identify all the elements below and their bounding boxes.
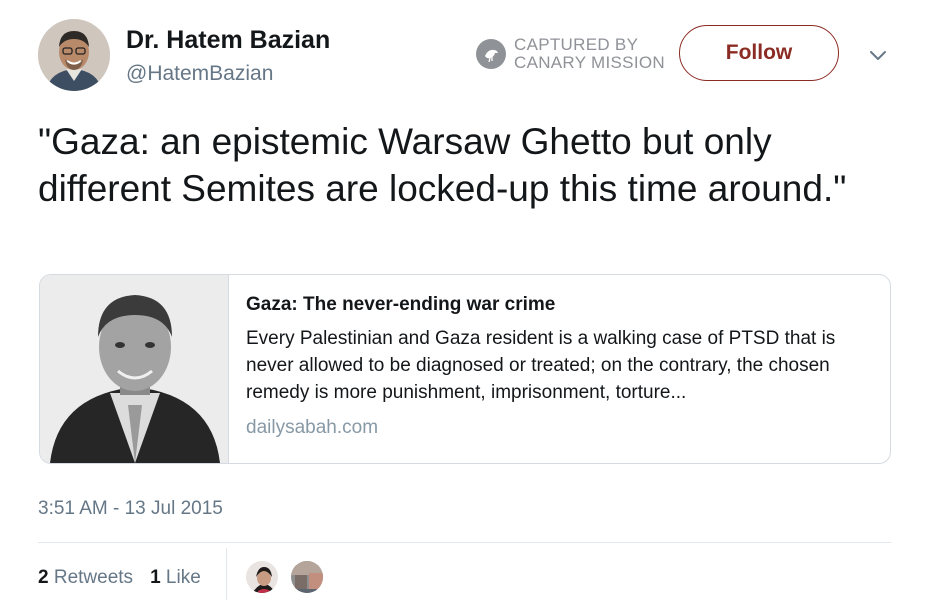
follow-button[interactable]: Follow: [679, 25, 839, 81]
liker-avatar[interactable]: [289, 559, 325, 595]
card-thumbnail: [40, 275, 229, 463]
likes-label: Like: [165, 567, 201, 588]
tweet-timestamp[interactable]: 3:51 AM - 13 Jul 2015: [38, 498, 223, 520]
watermark-line-1: CAPTURED BY: [514, 35, 639, 54]
link-preview-card[interactable]: Gaza: The never-ending war crime Every P…: [39, 274, 891, 464]
tweet-text: "Gaza: an epistemic Warsaw Ghetto but on…: [38, 121, 847, 209]
stats-separator: [226, 548, 227, 600]
author-handle[interactable]: @HatemBazian: [126, 62, 273, 86]
chevron-down-icon[interactable]: [866, 46, 890, 64]
author-avatar[interactable]: [38, 19, 110, 91]
retweets-label: Retweets: [53, 567, 134, 588]
likes-count: 1: [150, 567, 161, 588]
card-domain[interactable]: dailysabah.com: [246, 417, 378, 439]
watermark-line-2: CANARY MISSION: [514, 53, 665, 72]
likes-stat[interactable]: 1 Like: [150, 567, 201, 589]
retweets-stat[interactable]: 2 Retweets: [38, 567, 133, 589]
canary-mission-watermark: CAPTURED BY CANARY MISSION: [476, 36, 665, 72]
retweets-count: 2: [38, 567, 49, 588]
liker-avatar[interactable]: [244, 559, 280, 595]
canary-bird-icon: [476, 39, 506, 69]
author-display-name[interactable]: Dr. Hatem Bazian: [126, 26, 330, 55]
card-description: Every Palestinian and Gaza resident is a…: [246, 328, 836, 403]
tweet-stats: 2 Retweets 1 Like: [38, 567, 218, 589]
divider: [38, 542, 891, 543]
card-title[interactable]: Gaza: The never-ending war crime: [246, 294, 555, 316]
